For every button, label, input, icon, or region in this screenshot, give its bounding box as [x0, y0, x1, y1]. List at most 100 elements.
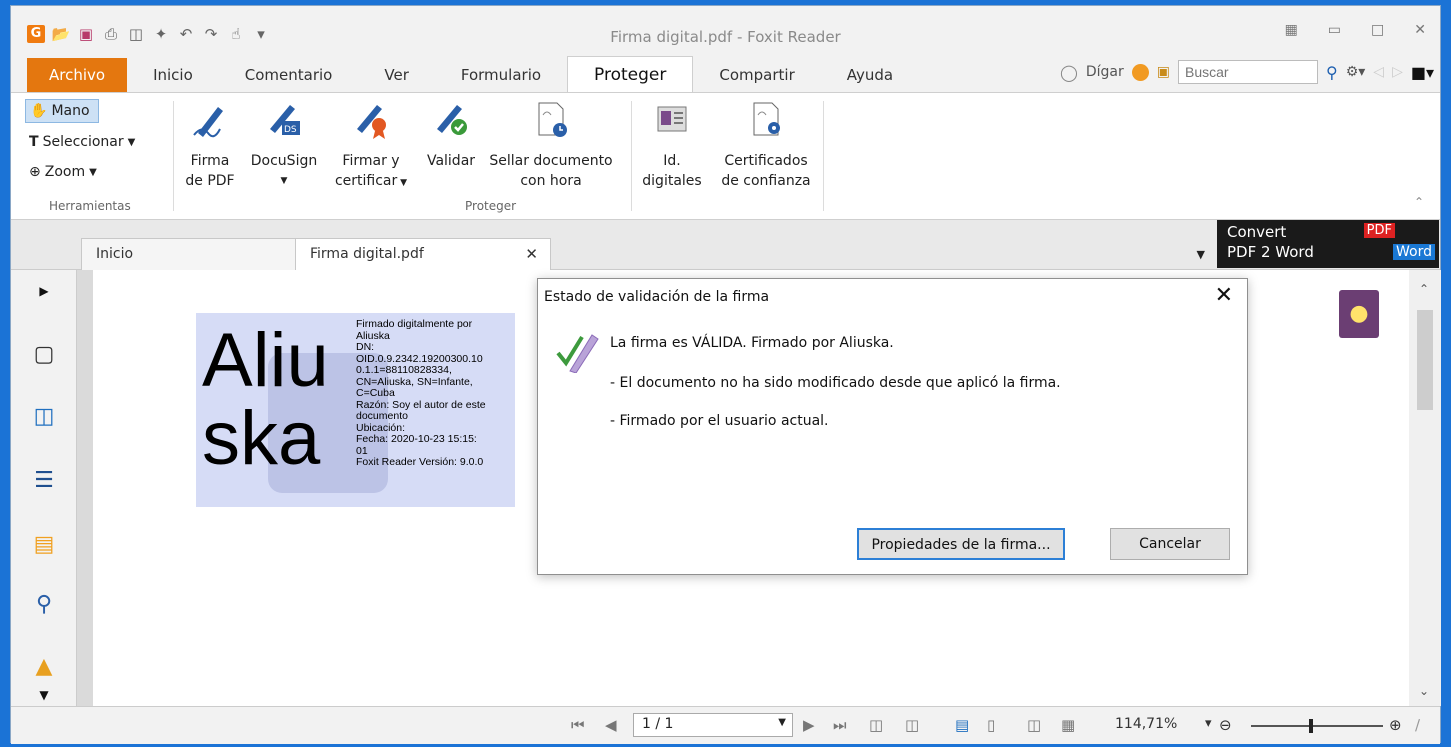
- sign-certify-button[interactable]: Firmar y certificar ▼: [331, 99, 411, 193]
- navigation-pane: ▶ ▢ ◫ ☰ ▤ ⚲ ▲ ▼: [11, 270, 77, 706]
- pages-icon[interactable]: ◫: [31, 404, 57, 430]
- signature-detail-line: DN:: [356, 341, 375, 353]
- scroll-down-arrow-icon[interactable]: ⌄: [1419, 684, 1429, 698]
- last-page-icon[interactable]: ⏭: [833, 716, 847, 734]
- minimize-button[interactable]: ▭: [1328, 22, 1341, 38]
- maximize-button[interactable]: □: [1371, 22, 1384, 38]
- protect-group-label: Proteger: [465, 199, 517, 213]
- zoom-level[interactable]: 114,71%: [1115, 716, 1177, 732]
- docusign-button[interactable]: DS DocuSign ▼: [249, 99, 319, 191]
- expand-pane-icon[interactable]: ▶: [31, 278, 57, 304]
- previous-view-icon[interactable]: ◫: [869, 716, 883, 734]
- sign-pdf-label-2: de PDF: [185, 173, 235, 189]
- close-icon[interactable]: ✕: [1215, 283, 1233, 308]
- sign-certify-label-1: Firmar y: [342, 153, 400, 169]
- vertical-scrollbar[interactable]: ⌃ ⌄: [1409, 270, 1441, 706]
- signature-detail-line: documento: [356, 410, 408, 422]
- next-view-icon[interactable]: ◫: [905, 716, 919, 734]
- doc-tab-inicio[interactable]: Inicio: [81, 238, 296, 270]
- validate-button[interactable]: Validar: [423, 99, 479, 171]
- continuous-page-icon[interactable]: ▯: [987, 716, 995, 734]
- continuous-facing-icon[interactable]: ▦: [1061, 716, 1075, 734]
- timestamp-label-2: con hora: [520, 173, 582, 189]
- close-tab-icon[interactable]: ✕: [525, 245, 538, 263]
- signature-properties-button[interactable]: Propiedades de la firma...: [857, 528, 1065, 560]
- tab-list-dropdown-icon[interactable]: ▼: [1197, 248, 1205, 261]
- convert-label-2: PDF 2 Word: [1227, 243, 1314, 261]
- zoom-tool-button[interactable]: ⊕ Zoom ▼: [25, 157, 175, 187]
- single-page-icon[interactable]: ▤: [955, 716, 969, 734]
- signature-detail-line: Fecha: 2020-10-23 15:15:: [356, 433, 477, 445]
- zoom-icon: ⊕: [29, 164, 41, 180]
- tab-ver[interactable]: Ver: [358, 58, 435, 92]
- scroll-up-icon[interactable]: ⌃: [1419, 282, 1429, 296]
- convert-label-1: Convert: [1227, 223, 1287, 241]
- find-icon[interactable]: ▣: [1157, 64, 1170, 80]
- tell-me-label[interactable]: Dígar: [1086, 64, 1124, 80]
- tell-me-icon: ◯: [1059, 62, 1078, 82]
- select-tool-button[interactable]: T Seleccionar ▼: [25, 127, 175, 157]
- user-icon[interactable]: ■▾: [1411, 63, 1434, 82]
- zoom-dropdown-icon[interactable]: ▾: [1205, 716, 1212, 731]
- tab-archivo[interactable]: Archivo: [27, 58, 128, 92]
- doc-tab-firma[interactable]: Firma digital.pdf ✕: [295, 238, 551, 270]
- page-number-field[interactable]: 1 / 1 ▼: [633, 713, 793, 737]
- tab-comentario[interactable]: Comentario: [219, 58, 359, 92]
- chevron-down-icon[interactable]: ▼: [778, 717, 786, 728]
- validate-label: Validar: [426, 153, 476, 169]
- chevron-down-icon: ▼: [397, 178, 408, 188]
- close-window-button[interactable]: ✕: [1414, 22, 1426, 38]
- scroll-down-icon[interactable]: ▼: [31, 682, 57, 708]
- zoom-slider-knob[interactable]: [1309, 719, 1313, 733]
- next-page-icon[interactable]: ▶: [803, 716, 815, 734]
- tabs-right-tools: ◯ Dígar ▣ ⚲ ⚙▾ ◁ ▷ ■▾: [1060, 60, 1434, 84]
- tab-inicio[interactable]: Inicio: [127, 58, 219, 92]
- signature-name-line-2: ska: [202, 396, 321, 481]
- zoom-slider[interactable]: [1251, 719, 1383, 733]
- search-icon[interactable]: ⚲: [1326, 63, 1338, 82]
- dialog-title: Estado de validación de la firma: [544, 289, 770, 305]
- tab-proteger[interactable]: Proteger: [567, 56, 694, 92]
- attachments-icon[interactable]: ⚲: [31, 592, 57, 618]
- facing-page-icon[interactable]: ◫: [1027, 716, 1041, 734]
- security-icon[interactable]: ▲: [31, 654, 57, 680]
- layers-icon[interactable]: ☰: [31, 468, 57, 494]
- comments-icon[interactable]: ▤: [31, 532, 57, 558]
- digital-ids-button[interactable]: Id. digitales: [639, 99, 705, 191]
- tab-compartir[interactable]: Compartir: [693, 58, 820, 92]
- signature-detail-line: Foxit Reader Versión: 9.0.0: [356, 456, 484, 468]
- tab-formulario[interactable]: Formulario: [435, 58, 567, 92]
- settings-icon[interactable]: ⚙▾: [1346, 64, 1366, 80]
- pane-splitter[interactable]: [77, 270, 93, 706]
- status-bar: ⏮ ◀ 1 / 1 ▼ ▶ ⏭ ◫ ◫ ▤ ▯ ◫ ▦ 114,71% ▾ ⊖ …: [11, 706, 1440, 744]
- resize-grip-icon[interactable]: ∕: [1415, 716, 1420, 734]
- sign-certify-label-2: certificar: [334, 173, 398, 189]
- lightbulb-tips-icon[interactable]: ●: [1339, 290, 1379, 338]
- docusign-icon: DS: [270, 105, 300, 135]
- tab-ayuda[interactable]: Ayuda: [821, 58, 919, 92]
- collapse-ribbon-icon[interactable]: ⌃: [1414, 195, 1424, 209]
- valid-signature-icon: [556, 334, 599, 373]
- search-input[interactable]: [1177, 60, 1318, 84]
- zoom-out-icon[interactable]: ⊖: [1219, 716, 1232, 734]
- hand-tool-button[interactable]: ✋ Mano: [25, 99, 99, 123]
- group-divider: [173, 101, 174, 211]
- zoom-in-icon[interactable]: ⊕: [1389, 716, 1402, 734]
- chevron-down-icon: ▼: [280, 176, 288, 186]
- first-page-icon[interactable]: ⏮: [571, 716, 585, 734]
- bookmarks-icon[interactable]: ▢: [31, 342, 57, 368]
- timestamp-button[interactable]: Sellar documento con hora: [481, 99, 621, 191]
- signature-details: Firmado digitalmente por Aliuska DN: OID…: [356, 318, 511, 469]
- back-icon[interactable]: ◁: [1373, 64, 1384, 80]
- signature-field[interactable]: Aliu ska Firmado digitalmente por Aliusk…: [196, 313, 515, 507]
- sign-pdf-button[interactable]: Firma de PDF: [185, 99, 235, 191]
- select-text-icon: T: [29, 134, 39, 150]
- cancel-button[interactable]: Cancelar: [1110, 528, 1230, 560]
- foxit-account-icon[interactable]: [1131, 63, 1149, 81]
- convert-pdf-word-banner[interactable]: Convert PDF 2 Word PDF Word: [1217, 220, 1439, 268]
- forward-icon[interactable]: ▷: [1392, 64, 1403, 80]
- scroll-thumb[interactable]: [1417, 310, 1433, 410]
- previous-page-icon[interactable]: ◀: [605, 716, 617, 734]
- trusted-certificates-button[interactable]: Certificados de confianza: [711, 99, 821, 191]
- ribbon-display-icon[interactable]: ▦: [1285, 22, 1298, 38]
